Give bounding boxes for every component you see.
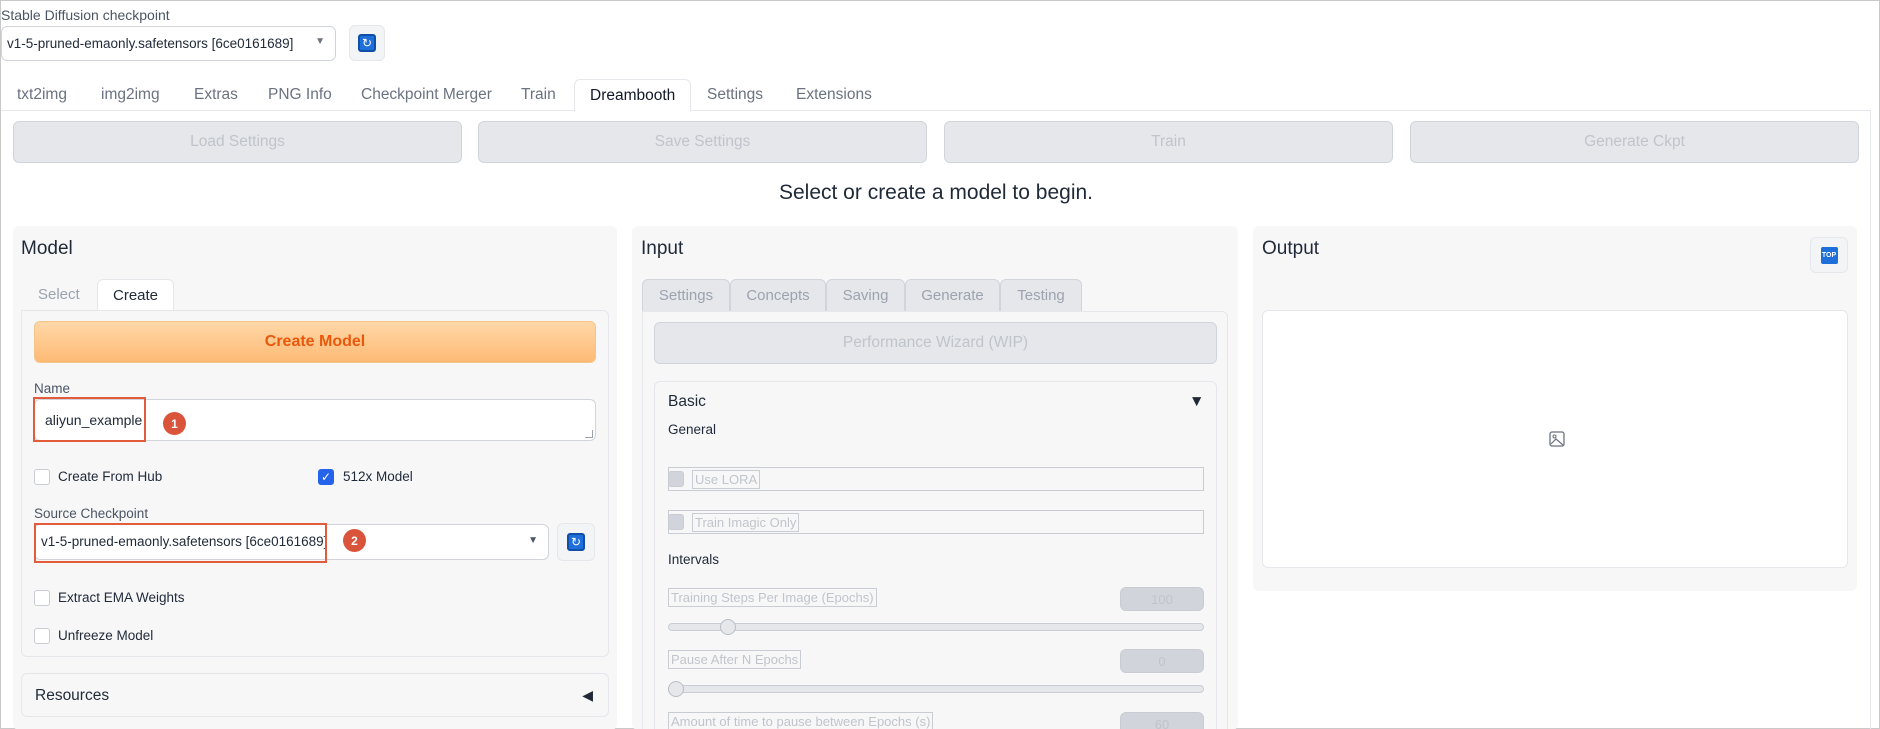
training-steps-slider-handle[interactable]	[720, 619, 736, 635]
tab-checkpoint-merger[interactable]: Checkpoint Merger	[361, 79, 492, 112]
load-settings-button[interactable]: Load Settings	[13, 121, 462, 163]
unfreeze-model-label: Unfreeze Model	[58, 628, 154, 643]
model-512x-checkbox[interactable]: ✓	[318, 469, 334, 485]
intervals-label: Intervals	[668, 552, 720, 567]
name-label: Name	[34, 381, 71, 396]
input-tab-settings[interactable]: Settings	[642, 279, 730, 312]
input-tab-generate[interactable]: Generate	[905, 279, 1000, 312]
checkpoint-select[interactable]: v1-5-pruned-emaonly.safetensors [6ce0161…	[1, 26, 336, 61]
create-from-hub-label: Create From Hub	[58, 469, 163, 484]
image-icon	[1549, 431, 1565, 447]
basic-title[interactable]: Basic	[668, 393, 706, 411]
source-checkpoint-label: Source Checkpoint	[34, 506, 149, 521]
tab-select[interactable]: Select	[38, 279, 80, 311]
refresh-checkpoint-button[interactable]: ↻	[349, 25, 385, 61]
pause-after-label: Pause After N Epochs	[668, 650, 802, 669]
resize-handle-icon[interactable]	[585, 430, 593, 438]
pause-after-slider[interactable]	[668, 685, 1204, 693]
tab-txt2img[interactable]: txt2img	[17, 79, 67, 112]
tab-extensions[interactable]: Extensions	[796, 79, 872, 112]
highlight-box-name	[33, 397, 146, 442]
tab-img2img[interactable]: img2img	[101, 79, 160, 112]
output-image-area	[1262, 310, 1848, 568]
resources-accordion[interactable]: Resources ◀	[21, 673, 609, 717]
training-steps-input[interactable]: 100	[1120, 587, 1204, 611]
checkpoint-select-value: v1-5-pruned-emaonly.safetensors [6ce0161…	[7, 36, 294, 51]
tab-dreambooth[interactable]: Dreambooth	[574, 79, 692, 112]
pause-time-label: Amount of time to pause between Epochs (…	[668, 712, 934, 729]
input-panel-title: Input	[641, 238, 684, 259]
basic-accordion	[654, 381, 1217, 729]
save-settings-button[interactable]: Save Settings	[478, 121, 927, 163]
train-imagic-checkbox[interactable]	[668, 514, 684, 530]
extract-ema-checkbox[interactable]	[34, 590, 50, 606]
tab-settings[interactable]: Settings	[707, 79, 763, 112]
use-lora-checkbox[interactable]	[668, 471, 684, 487]
pause-time-input[interactable]: 60	[1120, 712, 1204, 729]
tab-extras[interactable]: Extras	[194, 79, 238, 112]
train-imagic-label: Train Imagic Only	[692, 513, 800, 532]
chevron-down-icon: ▼	[315, 36, 325, 47]
input-tab-concepts[interactable]: Concepts	[730, 279, 826, 312]
use-lora-label: Use LORA	[692, 470, 761, 489]
train-button[interactable]: Train	[944, 121, 1393, 163]
model-panel-title: Model	[21, 238, 73, 259]
tab-create[interactable]: Create	[97, 279, 175, 311]
status-message: Select or create a model to begin.	[778, 181, 1093, 204]
step-badge-2: 2	[343, 529, 366, 552]
checkpoint-label: Stable Diffusion checkpoint	[1, 7, 170, 23]
step-badge-1: 1	[163, 412, 186, 435]
scroll-top-button[interactable]: TOP	[1810, 237, 1848, 273]
pause-after-input[interactable]: 0	[1120, 649, 1204, 673]
chevron-down-icon: ▼	[528, 535, 538, 546]
highlight-box-source	[34, 523, 327, 563]
model-512x-label: 512x Model	[343, 469, 413, 484]
resources-title: Resources	[35, 687, 110, 704]
create-model-button[interactable]: Create Model	[34, 321, 596, 363]
output-panel-title: Output	[1262, 238, 1320, 259]
refresh-source-checkpoint-button[interactable]: ↻	[557, 523, 595, 561]
refresh-icon: ↻	[567, 533, 585, 551]
collapse-arrow-icon: ◀	[582, 687, 593, 703]
refresh-icon: ↻	[358, 34, 376, 52]
training-steps-label: Training Steps Per Image (Epochs)	[668, 588, 877, 607]
unfreeze-model-checkbox[interactable]	[34, 628, 50, 644]
top-icon: TOP	[1820, 246, 1838, 264]
tab-png-info[interactable]: PNG Info	[268, 79, 332, 112]
performance-wizard-button[interactable]: Performance Wizard (WIP)	[654, 322, 1217, 364]
generate-ckpt-button[interactable]: Generate Ckpt	[1410, 121, 1859, 163]
collapse-arrow-icon[interactable]: ▼	[1189, 393, 1204, 411]
tab-train[interactable]: Train	[521, 79, 556, 112]
create-from-hub-checkbox[interactable]	[34, 469, 50, 485]
input-tab-testing[interactable]: Testing	[1000, 279, 1082, 312]
input-tab-saving[interactable]: Saving	[826, 279, 905, 312]
pause-after-slider-handle[interactable]	[668, 681, 684, 697]
training-steps-slider[interactable]	[668, 623, 1204, 631]
extract-ema-label: Extract EMA Weights	[58, 590, 185, 605]
general-label: General	[668, 422, 717, 437]
